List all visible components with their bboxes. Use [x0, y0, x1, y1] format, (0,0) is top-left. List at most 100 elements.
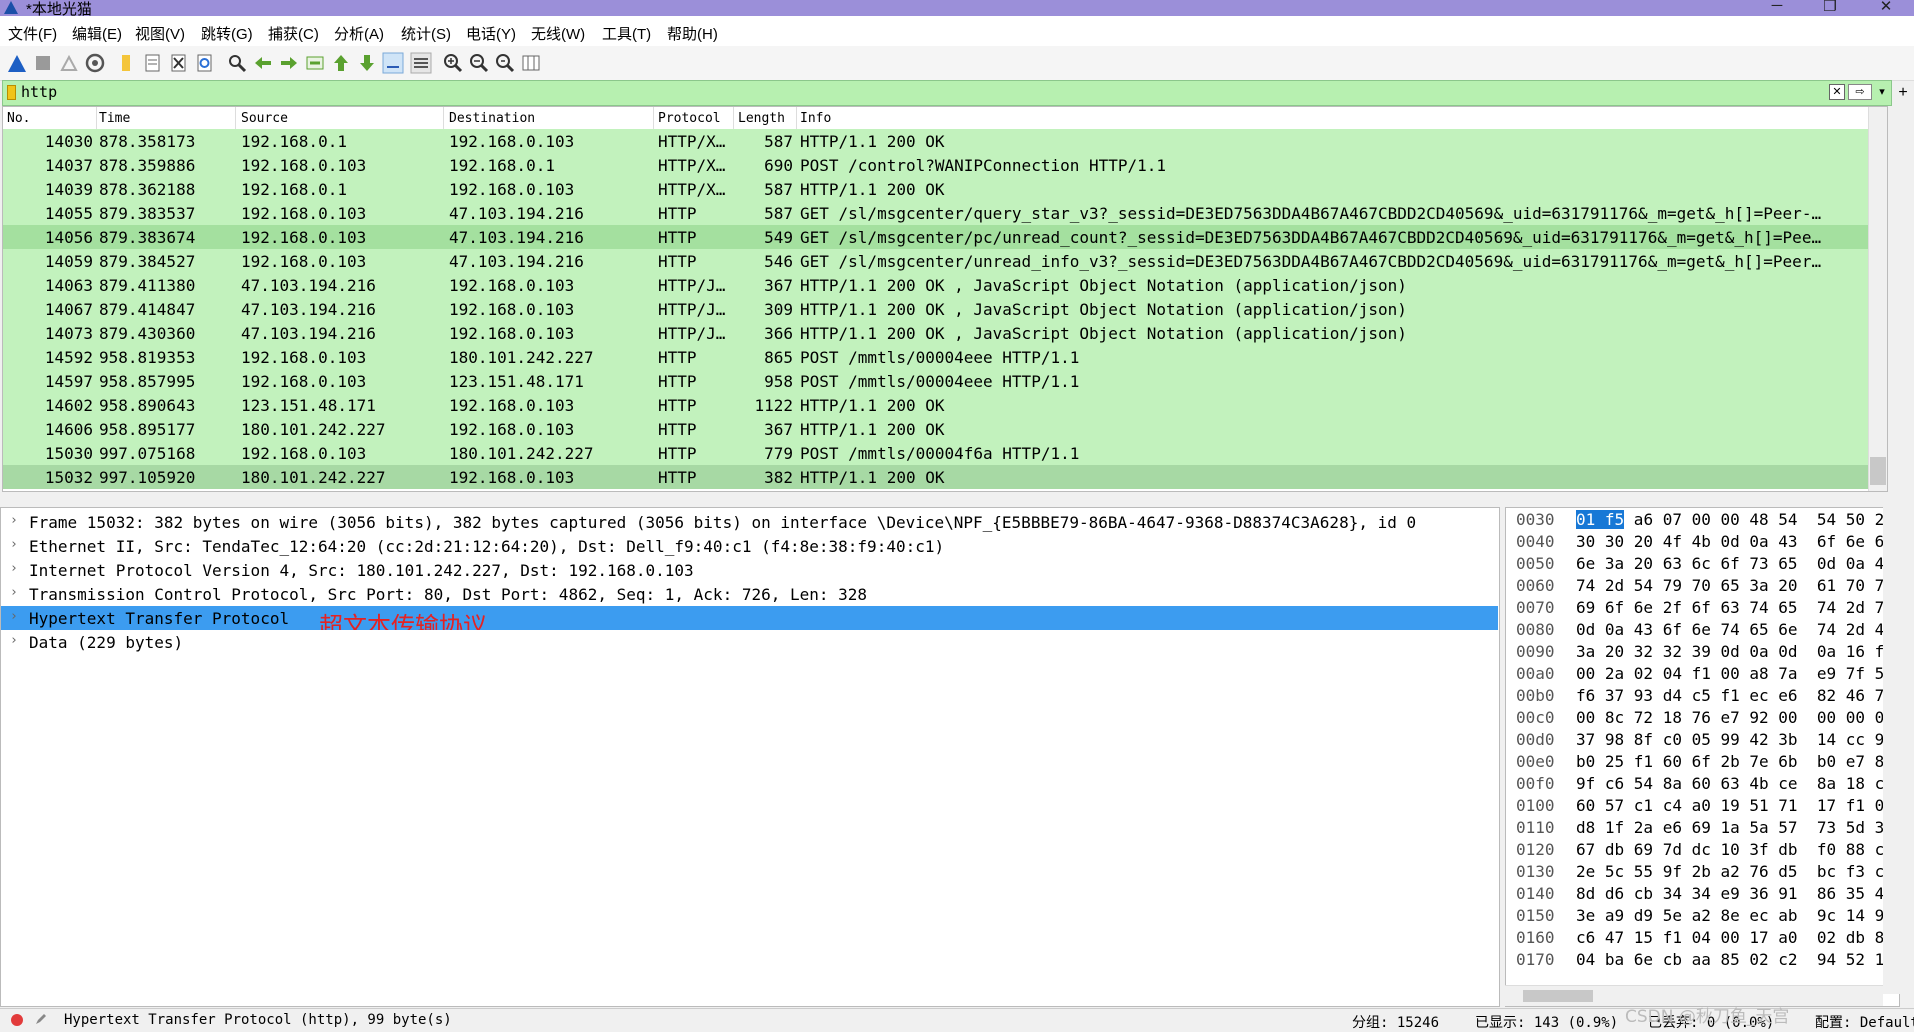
expand-chevron-icon[interactable]: ›	[10, 513, 18, 528]
detail-row[interactable]: › Data (229 bytes)	[1, 630, 1498, 654]
menu-file[interactable]: 文件(F)	[8, 23, 57, 44]
hex-row[interactable]: 0040 30 30 20 4f 4b 0d 0a 43 6f 6e 6	[1506, 532, 1899, 554]
hex-row[interactable]: 0030 01 f5 a6 07 00 00 48 54 54 50 2	[1506, 510, 1899, 532]
packet-row[interactable]: 14056 879.383674 192.168.0.103 47.103.194.2…	[3, 225, 1868, 249]
hex-row[interactable]: 0160 c6 47 15 f1 04 00 17 a0 02 db 8	[1506, 928, 1899, 950]
status-profile[interactable]: 配置: Default	[1815, 1012, 1914, 1032]
hex-row[interactable]: 00f0 9f c6 54 8a 60 63 4b ce 8a 18 c	[1506, 774, 1899, 796]
hex-bytes[interactable]: 04 ba 6e cb aa 85 02 c2 94 52 1	[1576, 950, 1884, 969]
hex-bytes[interactable]: 3a 20 32 32 39 0d 0a 0d 0a 16 f	[1576, 642, 1884, 661]
display-filter-input[interactable]	[21, 82, 1821, 102]
restart-capture-icon[interactable]	[58, 52, 80, 74]
packet-row[interactable]: 14063 879.411380 47.103.194.216 192.168.0.1…	[3, 273, 1868, 297]
menu-statistics[interactable]: 统计(S)	[401, 23, 451, 44]
expand-chevron-icon[interactable]: ›	[10, 537, 18, 552]
menu-capture[interactable]: 捕获(C)	[268, 23, 319, 44]
menu-tools[interactable]: 工具(T)	[602, 23, 651, 44]
hex-bytes[interactable]: 00 8c 72 18 76 e7 92 00 00 00 0	[1576, 708, 1884, 727]
menu-go[interactable]: 跳转(G)	[201, 23, 253, 44]
colorize-icon[interactable]	[410, 52, 432, 74]
hex-row[interactable]: 00e0 b0 25 f1 60 6f 2b 7e 6b b0 e7 8	[1506, 752, 1899, 774]
hex-bytes[interactable]: 2e 5c 55 9f 2b a2 76 d5 bc f3 c	[1576, 862, 1884, 881]
packet-row[interactable]: 14602 958.890643 123.151.48.171 192.168.0.1…	[3, 393, 1868, 417]
menu-wireless[interactable]: 无线(W)	[531, 23, 585, 44]
zoom-in-icon[interactable]	[442, 52, 464, 74]
edit-comment-icon[interactable]	[34, 1012, 48, 1026]
packet-row[interactable]: 14055 879.383537 192.168.0.103 47.103.194.2…	[3, 201, 1868, 225]
hex-bytes[interactable]: 30 30 20 4f 4b 0d 0a 43 6f 6e 6	[1576, 532, 1884, 551]
expand-chevron-icon[interactable]: ›	[10, 585, 18, 600]
hex-bytes[interactable]: f6 37 93 d4 c5 f1 ec e6 82 46 7	[1576, 686, 1884, 705]
detail-row[interactable]: › Transmission Control Protocol, Src Port…	[1, 582, 1498, 606]
hex-row[interactable]: 0110 d8 1f 2a e6 69 1a 5a 57 73 5d 3	[1506, 818, 1899, 840]
hex-row[interactable]: 0090 3a 20 32 32 39 0d 0a 0d 0a 16 f	[1506, 642, 1899, 664]
column-source[interactable]: Source	[241, 111, 288, 126]
expand-chevron-icon[interactable]: ›	[10, 561, 18, 576]
column-no[interactable]: No.	[7, 111, 30, 126]
hex-row[interactable]: 0170 04 ba 6e cb aa 85 02 c2 94 52 1	[1506, 950, 1899, 972]
packet-list-scrollbar[interactable]	[1868, 107, 1887, 491]
close-file-icon[interactable]	[168, 52, 190, 74]
auto-scroll-icon[interactable]	[382, 52, 404, 74]
packet-row[interactable]: 14039 878.362188 192.168.0.1 192.168.0.103 H…	[3, 177, 1868, 201]
hex-row[interactable]: 0150 3e a9 d9 5e a2 8e ec ab 9c 14 9	[1506, 906, 1899, 928]
open-file-icon[interactable]	[116, 52, 138, 74]
packet-row[interactable]: 14073 879.430360 47.103.194.216 192.168.0.1…	[3, 321, 1868, 345]
packet-row[interactable]: 14030 878.358173 192.168.0.1 192.168.0.103 H…	[3, 129, 1868, 153]
expand-chevron-icon[interactable]: ›	[10, 609, 18, 624]
capture-options-icon[interactable]	[84, 52, 106, 74]
hex-bytes[interactable]: c6 47 15 f1 04 00 17 a0 02 db 8	[1576, 928, 1884, 947]
normal-size-icon[interactable]	[494, 52, 516, 74]
add-filter-button[interactable]: +	[1893, 80, 1913, 106]
detail-row[interactable]: › Frame 15032: 382 bytes on wire (3056 bi…	[1, 510, 1498, 534]
reload-file-icon[interactable]	[194, 52, 216, 74]
hex-row[interactable]: 0120 67 db 69 7d dc 10 3f db f0 88 c	[1506, 840, 1899, 862]
detail-row[interactable]: › Internet Protocol Version 4, Src: 180.1…	[1, 558, 1498, 582]
zoom-out-icon[interactable]	[468, 52, 490, 74]
hex-bytes[interactable]: 9f c6 54 8a 60 63 4b ce 8a 18 c	[1576, 774, 1884, 793]
save-file-icon[interactable]	[142, 52, 164, 74]
column-info[interactable]: Info	[800, 111, 831, 126]
menu-analyze[interactable]: 分析(A)	[334, 23, 384, 44]
hex-bytes[interactable]: 69 6f 6e 2f 6f 63 74 65 74 2d 7	[1576, 598, 1884, 617]
bytes-vertical-scrollbar[interactable]	[1883, 507, 1900, 994]
hex-bytes[interactable]: 74 2d 54 79 70 65 3a 20 61 70 7	[1576, 576, 1884, 595]
go-to-packet-icon[interactable]	[304, 52, 326, 74]
bookmark-icon[interactable]	[7, 85, 16, 100]
packet-row[interactable]: 14597 958.857995 192.168.0.103 123.151.48.1…	[3, 369, 1868, 393]
minimize-button[interactable]: ─	[1757, 0, 1797, 15]
packet-row[interactable]: 14059 879.384527 192.168.0.103 47.103.194.2…	[3, 249, 1868, 273]
scroll-thumb[interactable]	[1870, 457, 1886, 485]
expand-chevron-icon[interactable]: ›	[10, 633, 18, 648]
find-packet-icon[interactable]	[226, 52, 248, 74]
packet-row[interactable]: 14606 958.895177 180.101.242.227 192.168.0.…	[3, 417, 1868, 441]
hex-row[interactable]: 00a0 00 2a 02 04 f1 00 a8 7a e9 7f 5	[1506, 664, 1899, 686]
go-forward-icon[interactable]	[278, 52, 300, 74]
hex-bytes[interactable]: 0d 0a 43 6f 6e 74 65 6e 74 2d 4	[1576, 620, 1884, 639]
maximize-button[interactable]: ❐	[1810, 0, 1850, 15]
column-length[interactable]: Length	[738, 111, 785, 126]
hex-row[interactable]: 0060 74 2d 54 79 70 65 3a 20 61 70 7	[1506, 576, 1899, 598]
hex-bytes[interactable]: 8d d6 cb 34 34 e9 36 91 86 35 4	[1576, 884, 1884, 903]
selected-bytes[interactable]: 01 f5	[1576, 510, 1625, 529]
clear-filter-button[interactable]: ✕	[1829, 84, 1845, 100]
hex-row[interactable]: 00d0 37 98 8f c0 05 99 42 3b 14 cc 9	[1506, 730, 1899, 752]
hex-row[interactable]: 0100 60 57 c1 c4 a0 19 51 71 17 f1 0	[1506, 796, 1899, 818]
filter-history-dropdown[interactable]: ▾	[1875, 84, 1889, 100]
packet-row[interactable]: 15030 997.075168 192.168.0.103 180.101.242.…	[3, 441, 1868, 465]
hex-bytes[interactable]: 6e 3a 20 63 6c 6f 73 65 0d 0a 4	[1576, 554, 1884, 573]
hex-bytes[interactable]: 60 57 c1 c4 a0 19 51 71 17 f1 0	[1576, 796, 1884, 815]
column-time[interactable]: Time	[99, 111, 130, 126]
go-back-icon[interactable]	[252, 52, 274, 74]
menu-telephony[interactable]: 电话(Y)	[466, 23, 516, 44]
column-protocol[interactable]: Protocol	[658, 111, 721, 126]
hex-bytes[interactable]: 01 f5 a6 07 00 00 48 54 54 50 2	[1576, 510, 1884, 529]
menu-view[interactable]: 视图(V)	[135, 23, 185, 44]
apply-filter-button[interactable]: ⇨	[1848, 84, 1872, 100]
packet-row[interactable]: 14067 879.414847 47.103.194.216 192.168.0.1…	[3, 297, 1868, 321]
hscroll-thumb[interactable]	[1523, 990, 1593, 1002]
resize-columns-icon[interactable]	[520, 52, 542, 74]
hex-row[interactable]: 00c0 00 8c 72 18 76 e7 92 00 00 00 0	[1506, 708, 1899, 730]
packet-row[interactable]: 14592 958.819353 192.168.0.103 180.101.242.…	[3, 345, 1868, 369]
menu-help[interactable]: 帮助(H)	[667, 23, 718, 44]
